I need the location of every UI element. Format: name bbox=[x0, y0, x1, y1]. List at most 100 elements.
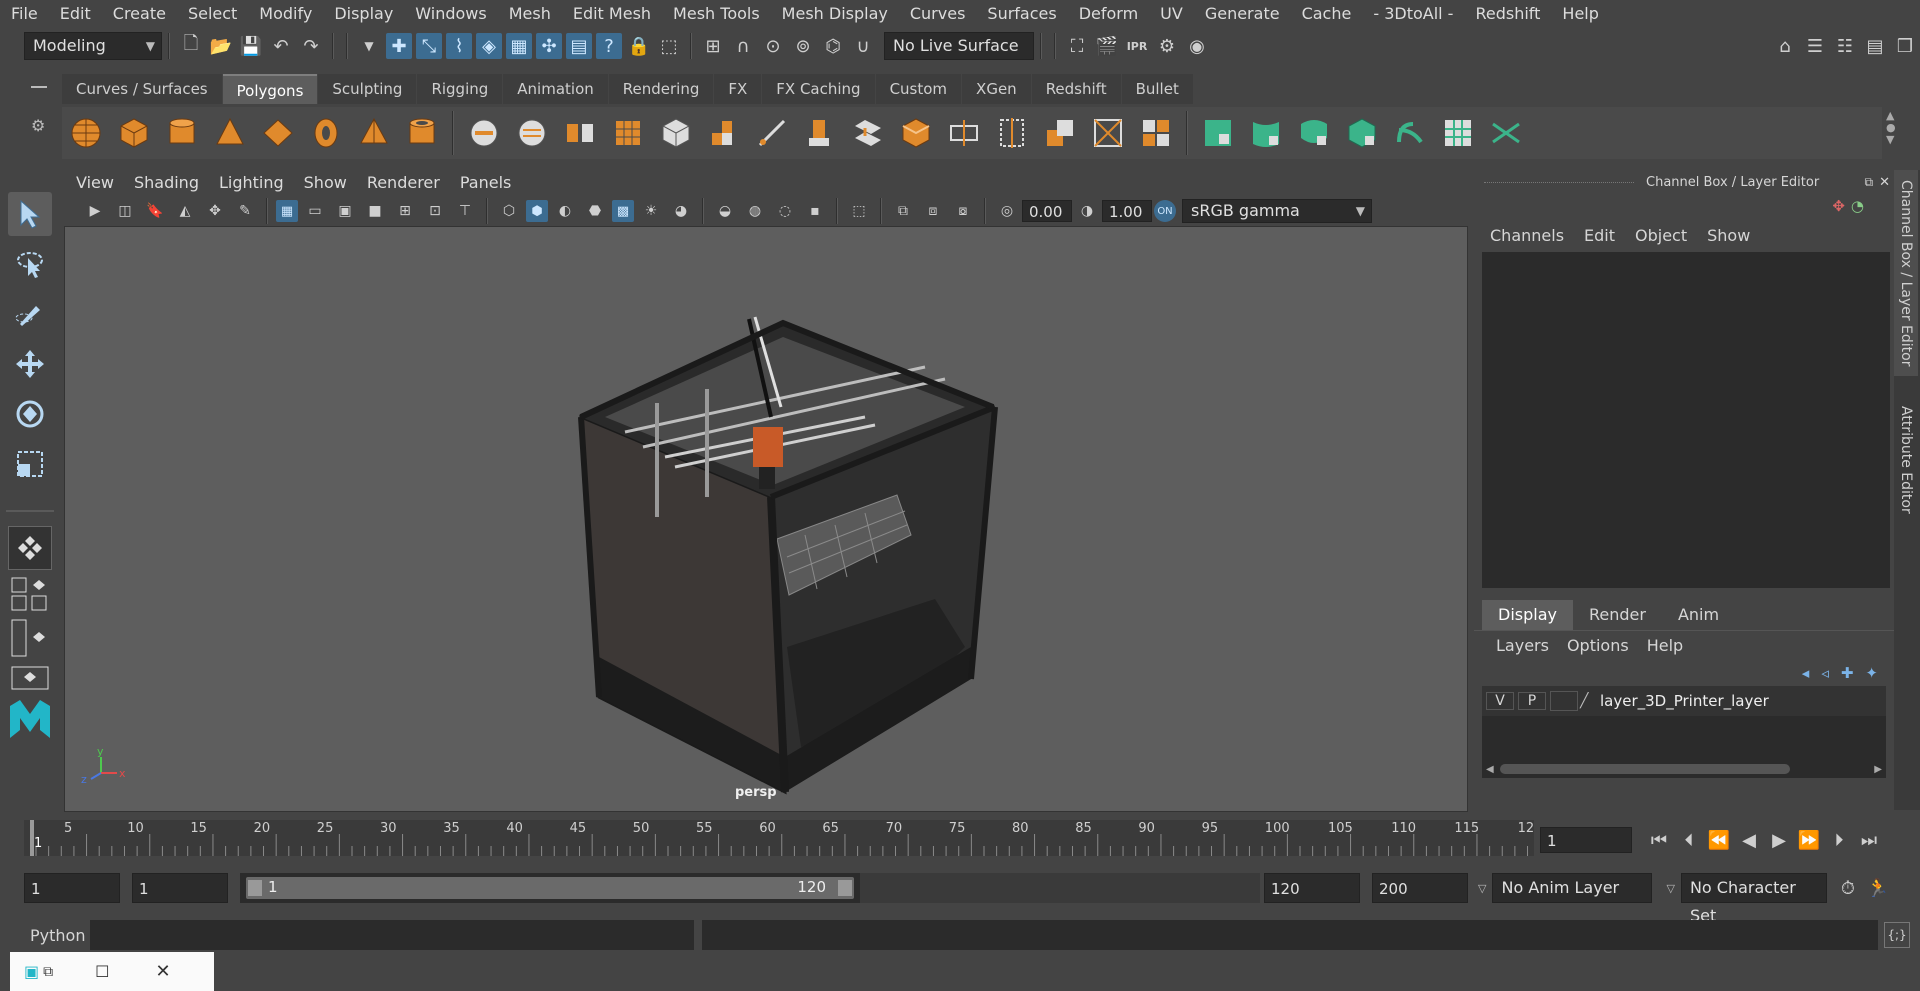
viewport-menu-view[interactable]: View bbox=[64, 170, 124, 196]
uv-planar-icon[interactable] bbox=[1198, 112, 1238, 154]
field-chart-icon[interactable]: ⊞ bbox=[392, 198, 418, 224]
uv-editor-icon[interactable] bbox=[1438, 112, 1478, 154]
layer-playback-toggle[interactable]: P bbox=[1518, 692, 1546, 710]
menu-edit-mesh[interactable]: Edit Mesh bbox=[562, 0, 662, 28]
film-gate-icon[interactable]: ▭ bbox=[302, 198, 328, 224]
bookmark-icon[interactable]: 🔖 bbox=[142, 198, 168, 224]
layout-toggle-icon[interactable] bbox=[8, 576, 52, 612]
auto-key-icon[interactable]: ⏱ bbox=[1835, 875, 1861, 901]
poly-plane-icon[interactable] bbox=[258, 112, 298, 154]
step-back-key-icon[interactable]: ⏴ bbox=[1676, 827, 1702, 853]
select-highlight-icon[interactable]: ⬚ bbox=[656, 33, 682, 59]
shelf-settings-icon[interactable]: ⚙ bbox=[31, 116, 47, 135]
menu-windows[interactable]: Windows bbox=[404, 0, 497, 28]
shelf-tab-rigging[interactable]: Rigging bbox=[417, 74, 503, 104]
options-menu[interactable]: Options bbox=[1567, 636, 1629, 655]
viewport-menu-renderer[interactable]: Renderer bbox=[357, 170, 450, 196]
exposure-field[interactable]: 0.00 bbox=[1022, 200, 1072, 222]
object-menu[interactable]: Object bbox=[1635, 226, 1687, 245]
extrude-icon[interactable] bbox=[800, 112, 840, 154]
new-layer-selected-icon[interactable]: ✦ bbox=[1865, 664, 1878, 682]
time-slider[interactable]: 5 10 15 20 25 30 35 40 45 50 55 60 65 70 75 80 85 90 95 100… bbox=[24, 820, 1541, 856]
camera-select-icon[interactable]: ▶ bbox=[82, 198, 108, 224]
color-management-toggle-icon[interactable]: ON bbox=[1154, 200, 1176, 222]
redo-icon[interactable]: ↷ bbox=[298, 33, 324, 59]
channel-box-icon[interactable]: ▤ bbox=[1862, 33, 1888, 59]
shadows-icon[interactable]: ◕ bbox=[668, 198, 694, 224]
shelf-menu-icon[interactable] bbox=[31, 86, 47, 88]
shelf-tab-bullet[interactable]: Bullet bbox=[1121, 74, 1193, 104]
anti-aliasing-icon[interactable]: ◌ bbox=[772, 198, 798, 224]
attribute-editor-icon[interactable]: ☰ bbox=[1802, 33, 1828, 59]
move-layer-up-icon[interactable]: ◂ bbox=[1802, 664, 1810, 682]
step-forward-frame-icon[interactable]: ⏩ bbox=[1796, 827, 1822, 853]
anim-layer-dropdown[interactable]: No Anim Layer bbox=[1492, 873, 1653, 903]
snap-curve-icon[interactable]: ▦ bbox=[506, 33, 532, 59]
select-component-icon[interactable]: ⌇ bbox=[446, 33, 472, 59]
poly-cylinder-icon[interactable] bbox=[162, 112, 202, 154]
menu-display[interactable]: Display bbox=[323, 0, 404, 28]
menu-3dtoall[interactable]: - 3DtoAll - bbox=[1362, 0, 1464, 28]
poly-pyramid-icon[interactable] bbox=[354, 112, 394, 154]
depth-of-field-icon[interactable]: ▪ bbox=[802, 198, 828, 224]
menu-mesh-display[interactable]: Mesh Display bbox=[771, 0, 899, 28]
layer-scrollbar[interactable]: ◀ ▶ bbox=[1482, 762, 1886, 776]
close-window-icon[interactable]: ✕ bbox=[155, 961, 170, 982]
playback-start-field[interactable]: 1 bbox=[132, 873, 228, 903]
channel-list[interactable] bbox=[1482, 252, 1890, 588]
snap-to-surface-icon[interactable]: ⌬ bbox=[820, 33, 846, 59]
quad-layout-icon[interactable] bbox=[8, 526, 52, 570]
shelf-tab-fx[interactable]: FX bbox=[714, 74, 762, 104]
safe-action-icon[interactable]: ⊡ bbox=[422, 198, 448, 224]
xray-components-icon[interactable]: ⧇ bbox=[950, 198, 976, 224]
select-object-icon[interactable]: ⤡ bbox=[416, 33, 442, 59]
step-forward-key-icon[interactable]: ⏵ bbox=[1826, 827, 1852, 853]
smooth-icon[interactable] bbox=[608, 112, 648, 154]
rotate-tool-icon[interactable] bbox=[8, 392, 52, 436]
shelf-tab-animation[interactable]: Animation bbox=[503, 74, 608, 104]
outliner-layout-icon[interactable] bbox=[8, 618, 52, 658]
3d-viewport[interactable]: y x z persp bbox=[64, 226, 1468, 812]
multi-cut-icon[interactable] bbox=[752, 112, 792, 154]
side-tab-attribute-editor[interactable]: Attribute Editor bbox=[1894, 396, 1918, 524]
gate-mask-icon[interactable]: ■ bbox=[362, 198, 388, 224]
menu-help[interactable]: Help bbox=[1551, 0, 1609, 28]
play-forwards-icon[interactable]: ▶ bbox=[1766, 827, 1792, 853]
uv-automatic-icon[interactable] bbox=[1342, 112, 1382, 154]
use-all-lights-icon[interactable]: ☀ bbox=[638, 198, 664, 224]
textured-icon[interactable]: ▩ bbox=[612, 200, 634, 222]
menu-set-dropdown[interactable]: Modeling ▼ bbox=[24, 32, 162, 60]
menu-modify[interactable]: Modify bbox=[248, 0, 323, 28]
scroll-right-icon[interactable]: ▶ bbox=[1874, 764, 1882, 775]
poly-to-curve-icon[interactable] bbox=[1136, 112, 1176, 154]
menu-redshift[interactable]: Redshift bbox=[1464, 0, 1551, 28]
move-layer-down-icon[interactable]: ◃ bbox=[1821, 664, 1829, 682]
float-panel-icon[interactable]: ⧉ bbox=[1865, 175, 1874, 190]
2d-pan-zoom-icon[interactable]: ✥ bbox=[202, 198, 228, 224]
uv-cylindrical-icon[interactable] bbox=[1246, 112, 1286, 154]
range-slider-end-handle[interactable] bbox=[838, 880, 852, 896]
layer-row[interactable]: V P ╱ layer_3D_Printer_layer bbox=[1482, 686, 1886, 716]
current-frame-field[interactable]: 1 bbox=[1540, 827, 1632, 853]
persp-layout-icon[interactable] bbox=[8, 664, 52, 692]
snap-to-point-icon[interactable]: ⊙ bbox=[760, 33, 786, 59]
lasso-tool-icon[interactable] bbox=[8, 242, 52, 286]
select-tool-icon[interactable] bbox=[8, 192, 52, 236]
side-tab-channel-box[interactable]: Channel Box / Layer Editor bbox=[1894, 170, 1918, 377]
new-scene-icon[interactable]: 🗋 bbox=[178, 33, 204, 59]
script-editor-icon[interactable]: {;} bbox=[1884, 922, 1910, 948]
manipulator-icon[interactable]: ✥ bbox=[1832, 197, 1845, 215]
menu-curves[interactable]: Curves bbox=[899, 0, 977, 28]
character-set-dropdown[interactable]: No Character Set bbox=[1680, 873, 1827, 925]
color-space-dropdown[interactable]: sRGB gamma ▼ bbox=[1182, 199, 1372, 223]
reduce-icon[interactable] bbox=[656, 112, 696, 154]
remesh-icon[interactable] bbox=[704, 112, 744, 154]
chevron-down-icon[interactable]: ▼ bbox=[356, 33, 382, 59]
exposure-icon[interactable]: ◎ bbox=[994, 198, 1020, 224]
make-live-icon[interactable]: ∪ bbox=[850, 33, 876, 59]
layers-icon[interactable]: ❒ bbox=[1892, 33, 1918, 59]
menu-mesh[interactable]: Mesh bbox=[498, 0, 562, 28]
range-slider-start-handle[interactable] bbox=[248, 880, 262, 896]
maya-app-icon[interactable]: ▣ bbox=[24, 962, 39, 981]
shelf-tab-xgen[interactable]: XGen bbox=[962, 74, 1031, 104]
